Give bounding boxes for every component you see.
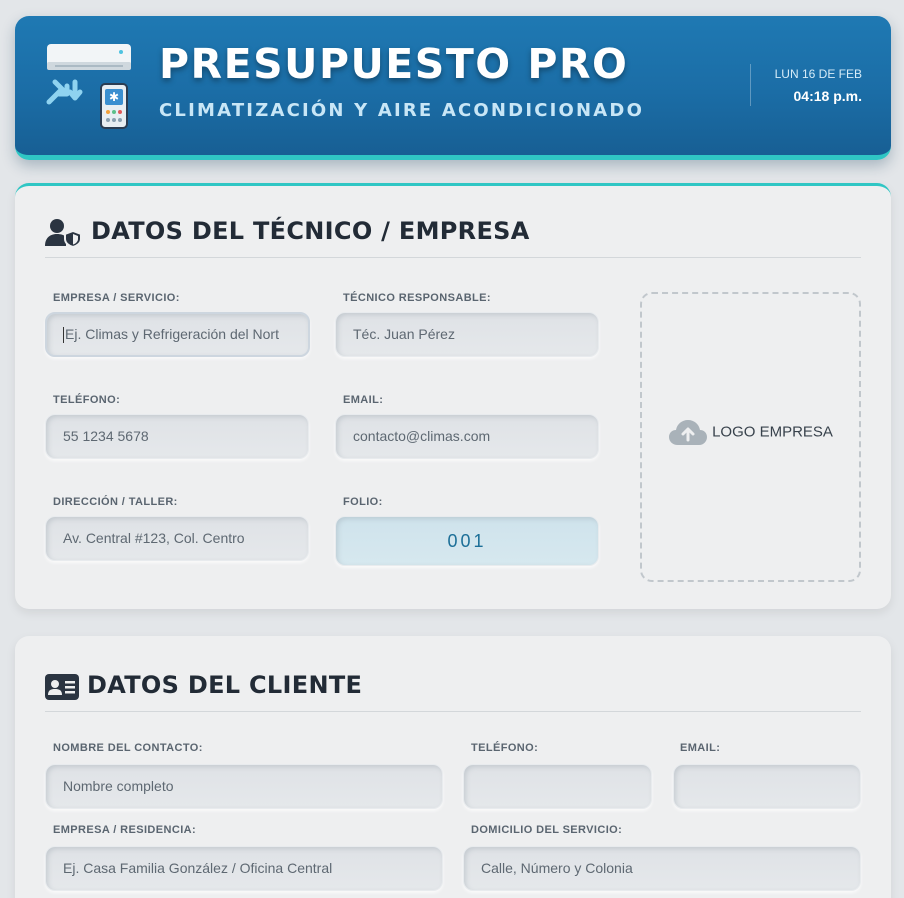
cloud-upload-icon: [669, 420, 708, 445]
telefono-input[interactable]: 55 1234 5678: [45, 414, 309, 459]
direccion-input[interactable]: Av. Central #123, Col. Centro: [45, 516, 309, 561]
tech-section-header: DATOS DEL TÉCNICO / EMPRESA: [45, 208, 861, 258]
direccion-placeholder: Av. Central #123, Col. Centro: [63, 530, 245, 546]
header-time: 04:18 p.m.: [793, 88, 862, 104]
residencia-label: EMPRESA / RESIDENCIA:: [53, 824, 197, 836]
text-caret: [63, 327, 64, 344]
empresa-placeholder: Ej. Climas y Refrigeración del Nort: [65, 326, 279, 342]
logo-upload-dropzone[interactable]: LOGO EMPRESA: [640, 292, 861, 582]
nombre-placeholder: Nombre completo: [63, 778, 174, 794]
domicilio-label: DOMICILIO DEL SERVICIO:: [471, 824, 623, 836]
client-email-label: EMAIL:: [680, 742, 721, 754]
residencia-input[interactable]: Ej. Casa Familia González / Oficina Cent…: [45, 846, 443, 891]
client-section-title: DATOS DEL CLIENTE: [87, 671, 363, 699]
client-telefono-label: TELÉFONO:: [471, 742, 539, 754]
direccion-label: DIRECCIÓN / TALLER:: [53, 496, 178, 508]
tecnico-label: TÉCNICO RESPONSABLE:: [343, 292, 491, 304]
client-telefono-input[interactable]: [463, 764, 652, 809]
folio-value: 001: [447, 531, 487, 551]
app-title: PRESUPUESTO PRO: [159, 40, 629, 88]
tecnico-input[interactable]: Téc. Juan Pérez: [335, 312, 599, 357]
email-placeholder: contacto@climas.com: [353, 428, 491, 444]
nombre-input[interactable]: Nombre completo: [45, 764, 443, 809]
empresa-input[interactable]: Ej. Climas y Refrigeración del Nort: [45, 312, 310, 357]
residencia-placeholder: Ej. Casa Familia González / Oficina Cent…: [63, 860, 333, 876]
client-section-header: DATOS DEL CLIENTE: [45, 662, 861, 712]
email-input[interactable]: contacto@climas.com: [335, 414, 599, 459]
tech-section-title: DATOS DEL TÉCNICO / EMPRESA: [91, 217, 530, 245]
header-date: LUN 16 DE FEB: [774, 67, 862, 81]
telefono-label: TELÉFONO:: [53, 394, 121, 406]
folio-label: FOLIO:: [343, 496, 383, 508]
email-label: EMAIL:: [343, 394, 384, 406]
empresa-label: EMPRESA / SERVICIO:: [53, 292, 180, 304]
tecnico-placeholder: Téc. Juan Pérez: [353, 326, 455, 342]
client-email-input[interactable]: [673, 764, 861, 809]
svg-text:✱: ✱: [109, 90, 119, 104]
user-shield-icon: [45, 219, 82, 248]
app-header: ✱ PRESUPUESTO PRO CLIMATIZACIÓN Y AIRE A…: [15, 16, 891, 160]
domicilio-placeholder: Calle, Número y Colonia: [481, 860, 633, 876]
header-divider: [750, 64, 751, 106]
logo-upload-label: LOGO EMPRESA: [712, 423, 833, 441]
id-card-icon: [45, 674, 79, 700]
domicilio-input[interactable]: Calle, Número y Colonia: [463, 846, 861, 891]
client-card: DATOS DEL CLIENTE NOMBRE DEL CONTACTO: N…: [15, 636, 891, 898]
nombre-label: NOMBRE DEL CONTACTO:: [53, 742, 203, 754]
tech-company-card: DATOS DEL TÉCNICO / EMPRESA EMPRESA / SE…: [15, 183, 891, 609]
folio-input[interactable]: 001: [335, 516, 599, 566]
telefono-placeholder: 55 1234 5678: [63, 428, 149, 444]
app-subtitle: CLIMATIZACIÓN Y AIRE ACONDICIONADO: [159, 100, 645, 121]
air-conditioner-icon: ✱: [46, 44, 131, 129]
